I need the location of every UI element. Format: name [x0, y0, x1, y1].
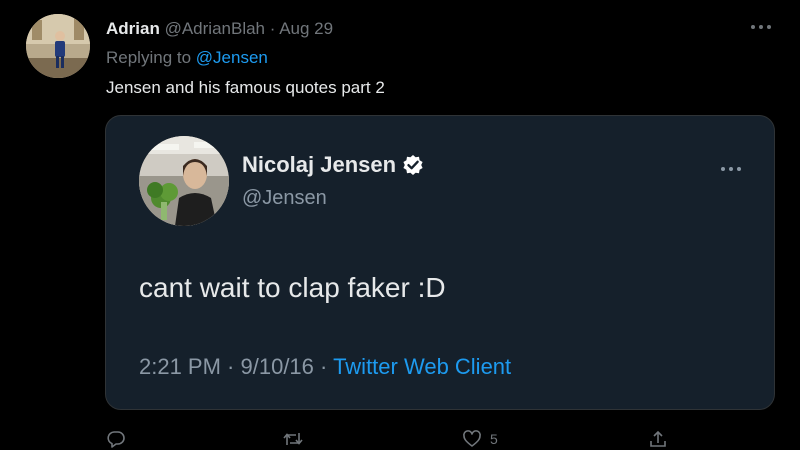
reply-button[interactable]	[106, 429, 126, 449]
author-avatar[interactable]	[26, 14, 90, 78]
retweet-icon	[282, 429, 304, 449]
header-separator: ·	[265, 19, 280, 38]
retweet-button[interactable]	[282, 429, 304, 449]
quoted-tweet-card[interactable]: Nicolaj Jensen @Jensen cant wait to clap…	[105, 115, 775, 410]
tweet-header: Adrian @AdrianBlah · Aug 29	[106, 19, 333, 39]
quoted-tweet-date[interactable]: 9/10/16	[241, 354, 314, 379]
quoted-author-name-row: Nicolaj Jensen	[242, 152, 424, 178]
quoted-author-name[interactable]: Nicolaj Jensen	[242, 152, 396, 178]
quoted-tweet-meta: 2:21 PM · 9/10/16 · Twitter Web Client	[139, 354, 511, 380]
share-icon	[648, 429, 668, 449]
quoted-more-icon[interactable]	[720, 156, 742, 176]
like-count: 5	[490, 431, 498, 447]
replying-to-mention[interactable]: @Jensen	[196, 48, 268, 67]
quoted-author-avatar[interactable]	[139, 136, 229, 226]
share-button[interactable]	[648, 429, 668, 449]
quoted-tweet-time[interactable]: 2:21 PM	[139, 354, 221, 379]
author-name[interactable]: Adrian	[106, 19, 160, 38]
like-button[interactable]: 5	[462, 429, 498, 449]
quoted-tweet-text: cant wait to clap faker :D	[139, 272, 446, 303]
action-bar: 5	[0, 425, 800, 450]
tweet-page: Adrian @AdrianBlah · Aug 29 Replying to …	[0, 0, 800, 450]
meta-separator-2: ·	[313, 354, 334, 379]
verified-badge-icon	[402, 154, 424, 176]
tweet-text: Jensen and his famous quotes part 2	[106, 78, 385, 97]
quoted-author-handle[interactable]: @Jensen	[242, 186, 327, 210]
author-handle[interactable]: @AdrianBlah	[165, 19, 265, 38]
reply-icon	[106, 429, 126, 449]
replying-to-line: Replying to @Jensen	[106, 48, 268, 68]
more-icon[interactable]	[750, 14, 772, 34]
like-icon	[462, 429, 482, 449]
quoted-tweet-client[interactable]: Twitter Web Client	[333, 354, 511, 379]
replying-prefix: Replying to	[106, 48, 196, 67]
tweet-date[interactable]: Aug 29	[279, 19, 333, 38]
meta-separator-1: ·	[220, 354, 241, 379]
